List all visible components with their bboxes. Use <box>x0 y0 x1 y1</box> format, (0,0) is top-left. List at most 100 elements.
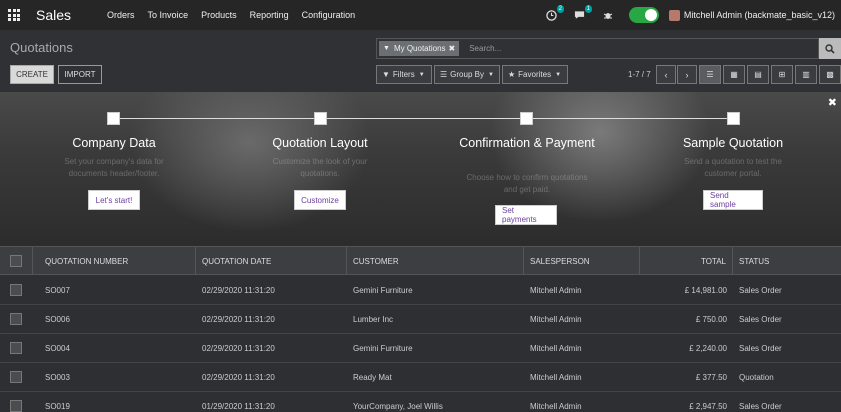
menu-to-invoice[interactable]: To Invoice <box>148 10 189 20</box>
customize-button[interactable]: Customize <box>294 190 346 210</box>
cell-date: 01/29/2020 11:31:20 <box>202 401 275 411</box>
table-row[interactable]: SO019 01/29/2020 11:31:20 YourCompany, J… <box>0 392 841 412</box>
row-checkbox[interactable] <box>10 342 22 354</box>
activity-view-icon[interactable]: ▩ <box>819 65 841 84</box>
menu-configuration[interactable]: Configuration <box>302 10 356 20</box>
cell-number: SO019 <box>45 401 70 411</box>
filters-label: Filters <box>392 70 415 79</box>
send-sample-button[interactable]: Send sample <box>703 190 763 210</box>
groupby-dropdown[interactable]: ☰ Group By ▼ <box>434 65 500 84</box>
control-panel: Quotations CREATE IMPORT ▼ My Quotations… <box>0 30 841 92</box>
lets-start-button[interactable]: Let's start! <box>88 190 140 210</box>
cell-number: SO007 <box>45 285 70 295</box>
import-button[interactable]: IMPORT <box>58 65 102 84</box>
menu-orders[interactable]: Orders <box>107 10 135 20</box>
pager-next-icon[interactable]: › <box>677 65 697 84</box>
step-title-layout: Quotation Layout <box>272 136 368 150</box>
apps-menu-icon[interactable] <box>0 0 28 30</box>
cell-total: £ 2,947.50 <box>689 401 727 411</box>
header-total[interactable]: TOTAL <box>640 247 733 275</box>
step-title-payment: Confirmation & Payment <box>459 136 595 150</box>
step-desc-payment: Choose how to confirm quotations and get… <box>466 173 588 194</box>
filter-icon: ▼ <box>382 70 390 79</box>
search-facet[interactable]: ▼ My Quotations ✖ <box>379 41 460 56</box>
step-desc-company: Set your company's data for documents he… <box>64 157 164 178</box>
dark-mode-toggle[interactable] <box>628 7 659 23</box>
step-desc-sample: Send a quotation to test the customer po… <box>684 157 782 178</box>
facet-remove-icon[interactable]: ✖ <box>449 44 456 53</box>
star-icon: ★ <box>508 70 516 79</box>
cell-status: Sales Order <box>739 285 782 295</box>
app-brand[interactable]: Sales <box>36 7 71 23</box>
table-row[interactable]: SO003 02/29/2020 11:31:20 Ready Mat Mitc… <box>0 363 841 392</box>
header-quotation-number[interactable]: QUOTATION NUMBER <box>39 247 196 275</box>
set-payments-button[interactable]: Set payments <box>495 205 557 225</box>
facet-label: My Quotations <box>393 44 446 53</box>
row-checkbox[interactable] <box>10 313 22 325</box>
graph-view-icon[interactable]: ▥ <box>795 65 817 84</box>
table-row[interactable]: SO007 02/29/2020 11:31:20 Gemini Furnitu… <box>0 276 841 305</box>
favorites-label: Favorites <box>518 70 552 79</box>
cell-number: SO003 <box>45 372 70 382</box>
cell-total: £ 14,981.00 <box>684 285 727 295</box>
cell-salesperson: Mitchell Admin <box>530 285 582 295</box>
step-dot-layout <box>314 112 327 125</box>
step-title-sample: Sample Quotation <box>682 136 784 150</box>
create-button[interactable]: CREATE <box>10 65 54 84</box>
activity-badge: 2 <box>556 5 564 13</box>
kanban-view-icon[interactable]: ▦ <box>723 65 745 84</box>
search-icon[interactable] <box>819 38 841 59</box>
list-icon: ☰ <box>440 70 448 79</box>
search-input[interactable]: Search... <box>469 44 501 53</box>
cell-customer: Ready Mat <box>353 372 392 382</box>
table-row[interactable]: SO006 02/29/2020 11:31:20 Lumber Inc Mit… <box>0 305 841 334</box>
messages-icon[interactable]: 1 <box>573 5 592 22</box>
cell-customer: Lumber Inc <box>353 314 394 324</box>
select-all-checkbox[interactable] <box>10 255 22 267</box>
header-customer[interactable]: CUSTOMER <box>347 247 524 275</box>
cell-status: Quotation <box>739 372 774 382</box>
steps-progress-line <box>113 118 733 119</box>
row-checkbox[interactable] <box>10 284 22 296</box>
user-menu[interactable]: Mitchell Admin (backmate_basic_v12) <box>684 10 835 20</box>
page-title: Quotations <box>10 40 73 55</box>
cell-salesperson: Mitchell Admin <box>530 343 582 353</box>
cell-number: SO006 <box>45 314 70 324</box>
pivot-view-icon[interactable]: ⊞ <box>771 65 793 84</box>
header-salesperson[interactable]: SALESPERSON <box>524 247 640 275</box>
cell-total: £ 750.00 <box>695 314 727 324</box>
cell-date: 02/29/2020 11:31:20 <box>202 285 275 295</box>
step-dot-company <box>107 112 120 125</box>
cell-date: 02/29/2020 11:31:20 <box>202 372 275 382</box>
cell-customer: YourCompany, Joel Willis <box>353 401 443 411</box>
debug-bug-icon[interactable] <box>601 8 615 22</box>
quotations-table: QUOTATION NUMBER QUOTATION DATE CUSTOMER… <box>0 246 841 412</box>
activity-clock-icon[interactable]: 2 <box>545 5 564 22</box>
cell-status: Sales Order <box>739 343 782 353</box>
pager-previous-icon[interactable]: ‹ <box>656 65 676 84</box>
table-row[interactable]: SO004 02/29/2020 11:31:20 Gemini Furnitu… <box>0 334 841 363</box>
header-quotation-date[interactable]: QUOTATION DATE <box>196 247 347 275</box>
row-checkbox[interactable] <box>10 371 22 383</box>
calendar-view-icon[interactable]: ▤ <box>747 65 769 84</box>
menu-reporting[interactable]: Reporting <box>250 10 289 20</box>
cell-date: 02/29/2020 11:31:20 <box>202 314 275 324</box>
row-checkbox[interactable] <box>10 400 22 412</box>
pager-value[interactable]: 1-7 / 7 <box>628 70 651 79</box>
step-dot-payment <box>520 112 533 125</box>
close-icon[interactable]: ✖ <box>828 96 837 109</box>
step-title-company: Company Data <box>72 136 156 150</box>
cell-status: Sales Order <box>739 314 782 324</box>
list-view-icon[interactable]: ☰ <box>699 65 721 84</box>
menu-products[interactable]: Products <box>201 10 237 20</box>
favorites-dropdown[interactable]: ★ Favorites ▼ <box>502 65 568 84</box>
filters-dropdown[interactable]: ▼ Filters ▼ <box>376 65 432 84</box>
search-bar[interactable]: ▼ My Quotations ✖ Search... <box>376 38 819 59</box>
cell-date: 02/29/2020 11:31:20 <box>202 343 275 353</box>
header-status[interactable]: STATUS <box>733 247 841 275</box>
cell-customer: Gemini Furniture <box>353 343 413 353</box>
cell-salesperson: Mitchell Admin <box>530 401 582 411</box>
table-header: QUOTATION NUMBER QUOTATION DATE CUSTOMER… <box>0 246 841 275</box>
avatar[interactable] <box>668 9 680 21</box>
step-dot-sample <box>727 112 740 125</box>
